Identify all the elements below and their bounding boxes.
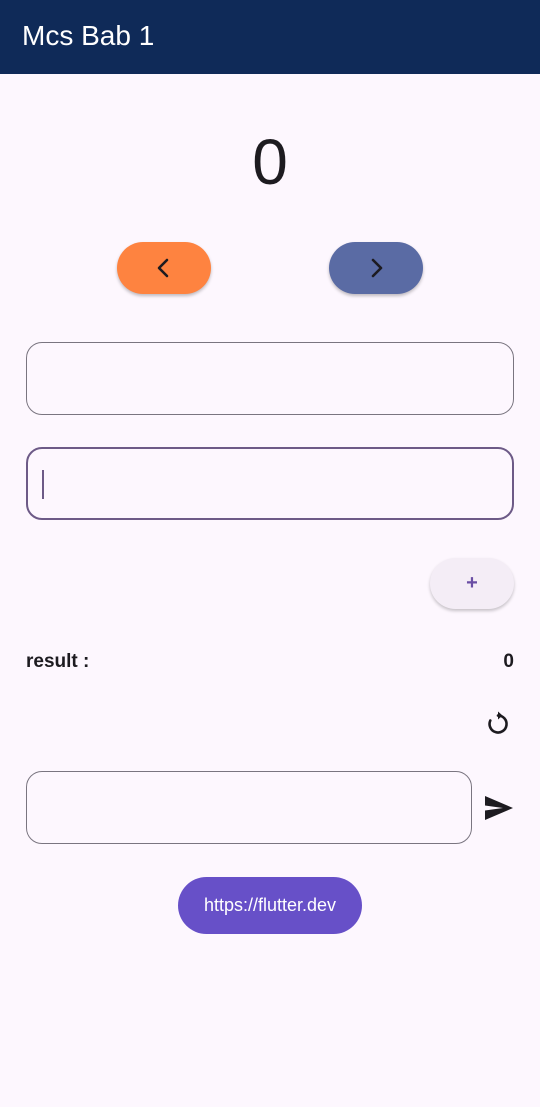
result-value: 0 bbox=[503, 651, 514, 672]
message-field[interactable] bbox=[26, 771, 472, 844]
refresh-icon[interactable] bbox=[484, 710, 512, 738]
add-button[interactable]: + bbox=[430, 558, 514, 609]
chevron-left-icon bbox=[157, 258, 169, 278]
send-icon[interactable] bbox=[484, 794, 514, 822]
previous-button[interactable] bbox=[117, 242, 211, 294]
text-cursor bbox=[42, 470, 44, 499]
app-title: Mcs Bab 1 bbox=[22, 20, 155, 51]
next-button[interactable] bbox=[329, 242, 423, 294]
result-label: result : bbox=[26, 651, 90, 672]
app-bar: Mcs Bab 1 bbox=[0, 0, 540, 74]
chevron-right-icon bbox=[371, 258, 383, 278]
counter-value: 0 bbox=[252, 126, 288, 198]
flutter-link-button[interactable]: https://flutter.dev bbox=[178, 877, 362, 934]
first-number-field[interactable] bbox=[26, 342, 514, 415]
second-number-field[interactable] bbox=[26, 447, 514, 520]
